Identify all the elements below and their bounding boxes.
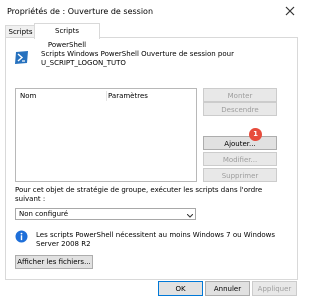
- scripts-header: Scripts Windows PowerShell Ouverture de …: [41, 50, 281, 68]
- execution-order-value: Non configuré: [19, 210, 69, 218]
- move-down-button[interactable]: Descendre: [203, 102, 277, 116]
- cancel-button[interactable]: Annuler: [205, 281, 250, 296]
- column-header-parameters[interactable]: Paramètres: [108, 92, 148, 100]
- step-badge: 1: [249, 128, 262, 141]
- scripts-list[interactable]: [15, 88, 197, 182]
- apply-button[interactable]: Appliquer: [252, 281, 297, 296]
- remove-button[interactable]: Supprimer: [203, 168, 277, 182]
- column-divider: [106, 91, 107, 101]
- close-icon[interactable]: [283, 4, 297, 18]
- view-files-button[interactable]: Afficher les fichiers...: [15, 255, 93, 269]
- scripts-header-line2: U_SCRIPT_LOGON_TUTO: [41, 59, 126, 67]
- move-up-button[interactable]: Monter: [203, 88, 277, 102]
- column-header-name[interactable]: Nom: [20, 92, 36, 100]
- tab-scripts-powershell[interactable]: Scripts PowerShell: [34, 23, 100, 49]
- title-bar: Propriétés de : Ouverture de session: [0, 0, 303, 22]
- info-text: Les scripts PowerShell nécessitent au mo…: [36, 231, 276, 248]
- tab-scripts-label: Scripts: [8, 28, 33, 36]
- info-icon: [15, 230, 28, 243]
- execution-order-label: Pour cet objet de stratégie de groupe, e…: [15, 186, 263, 203]
- chevron-down-icon: [186, 212, 194, 218]
- edit-button[interactable]: Modifier...: [203, 152, 277, 166]
- powershell-icon: [14, 50, 29, 65]
- ok-button[interactable]: OK: [158, 281, 203, 296]
- execution-order-select[interactable]: Non configuré: [15, 208, 196, 220]
- add-button[interactable]: Ajouter...: [203, 136, 277, 150]
- window-title: Propriétés de : Ouverture de session: [7, 7, 154, 16]
- tab-scripts-powershell-label: Scripts PowerShell: [47, 27, 87, 49]
